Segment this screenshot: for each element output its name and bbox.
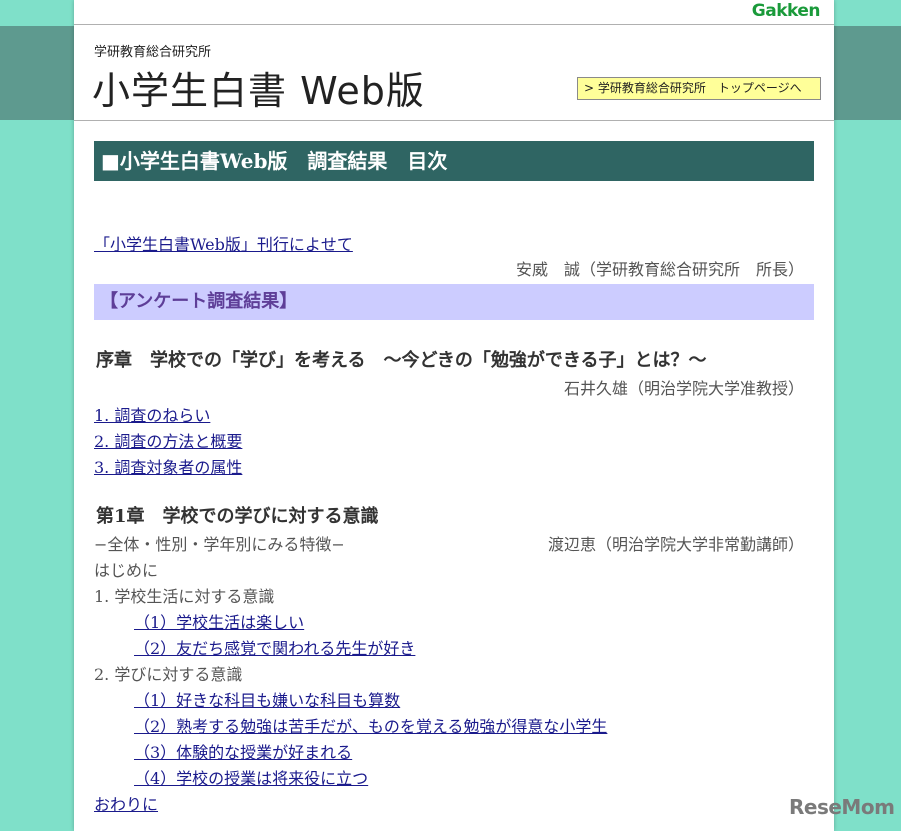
survey-heading: 【アンケート調査結果】 bbox=[94, 284, 814, 320]
section1-link-teacher[interactable]: （2）友だち感覚で関われる先生が好き bbox=[134, 635, 415, 659]
top-page-link-button[interactable]: > 学研教育総合研究所 トップページへ bbox=[577, 77, 821, 100]
chapter1-section2-label: 2. 学びに対する意識 bbox=[94, 665, 243, 684]
section-title: ■小学生白書Web版 調査結果 目次 bbox=[94, 141, 814, 181]
intro-author: 安威 誠（学研教育総合研究所 所長） bbox=[515, 260, 804, 279]
intro-link[interactable]: 「小学生白書Web版」刊行によせて bbox=[94, 231, 353, 255]
outro-link[interactable]: おわりに bbox=[94, 791, 158, 815]
prologue-author: 石井久雄（明治学院大学准教授） bbox=[563, 379, 804, 398]
section2-link-math[interactable]: （1）好きな科目も嫌いな科目も算数 bbox=[134, 687, 400, 711]
resemom-logo: ReseMom bbox=[789, 795, 895, 819]
gakken-logo[interactable]: Gakken bbox=[752, 1, 821, 21]
chapter1-intro: はじめに bbox=[94, 561, 159, 580]
divider bbox=[74, 120, 834, 121]
section2-link-experiential[interactable]: （3）体験的な授業が好まれる bbox=[134, 739, 352, 763]
divider bbox=[74, 24, 834, 25]
prologue-title: 序章 学校での「学び」を考える 〜今どきの「勉強ができる子」とは？〜 bbox=[96, 350, 707, 371]
site-title: 小学生白書 Web版 bbox=[92, 69, 425, 113]
site-subtitle: 学研教育総合研究所 bbox=[94, 45, 212, 60]
chapter1-title: 第1章 学校での学びに対する意識 bbox=[96, 506, 379, 527]
chapter1-subtitle: −全体・性別・学年別にみる特徴− bbox=[94, 535, 345, 554]
chapter1-section1-label: 1. 学校生活に対する意識 bbox=[94, 587, 275, 606]
section1-link-fun[interactable]: （1）学校生活は楽しい bbox=[134, 609, 304, 633]
prologue-link-attributes[interactable]: 3. 調査対象者の属性 bbox=[94, 454, 242, 478]
prologue-link-method[interactable]: 2. 調査の方法と概要 bbox=[94, 428, 242, 452]
page-container: Gakken 学研教育総合研究所 小学生白書 Web版 > 学研教育総合研究所 … bbox=[74, 0, 834, 831]
prologue-link-aim[interactable]: 1. 調査のねらい bbox=[94, 402, 210, 426]
chapter1-author: 渡辺恵（明治学院大学非常勤講師） bbox=[547, 535, 804, 554]
section2-link-future[interactable]: （4）学校の授業は将来役に立つ bbox=[134, 765, 368, 789]
section2-link-memorize[interactable]: （2）熟考する勉強は苦手だが、ものを覚える勉強が得意な小学生 bbox=[134, 713, 607, 737]
